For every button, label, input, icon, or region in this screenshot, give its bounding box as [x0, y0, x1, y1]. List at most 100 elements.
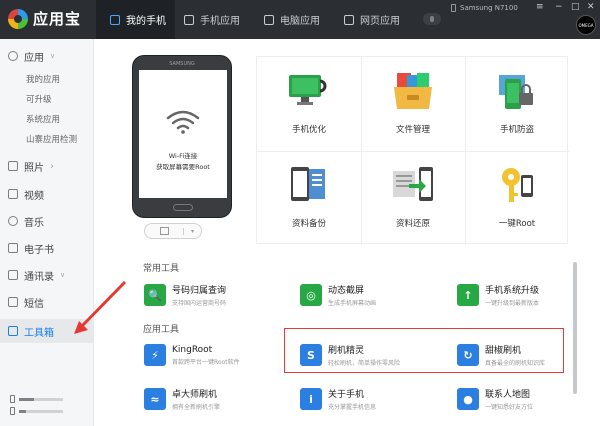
tab-web-apps[interactable]: 网页应用 — [336, 0, 416, 39]
app-logo: 应用宝 — [8, 8, 81, 29]
phone-brand: SAMSUNG — [169, 61, 195, 67]
web-icon — [344, 14, 354, 25]
menu-icon[interactable]: ≡ — [536, 2, 544, 12]
card-label: 手机优化 — [291, 125, 326, 135]
video-icon — [8, 189, 18, 199]
phone-apps-icon — [184, 14, 194, 25]
minimize-icon[interactable]: − — [555, 2, 563, 12]
card-restore[interactable]: 资料还原 — [361, 151, 465, 245]
storage-sd — [10, 407, 63, 415]
tool-contact-map[interactable]: ● 联系人地图 一键知悉好友方位 — [457, 384, 533, 414]
phone-screen: Wi-Fi连接 获取屏幕需要Root — [139, 70, 227, 198]
card-backup[interactable]: 资料备份 — [257, 151, 361, 245]
tool-dynamic-screenshot[interactable]: ◎ 动态截屏 生成手机屏幕动画 — [300, 280, 376, 310]
book-icon — [8, 243, 18, 253]
tab-phone-apps[interactable]: 手机应用 — [176, 0, 256, 39]
phone-preview: SAMSUNG Wi-Fi连接 获取屏幕需要Root — [132, 55, 232, 218]
mic-icon[interactable] — [423, 13, 441, 25]
sidebar-item-label: 通讯录 — [24, 271, 54, 283]
tool-name: KingRoot — [172, 344, 213, 355]
sidebar-item-music[interactable]: 音乐 — [0, 209, 94, 233]
phone-icon — [110, 14, 120, 25]
sidebar-item-toolbox[interactable]: 工具箱 — [0, 319, 94, 343]
tool-name: 号码归属查询 — [172, 286, 227, 296]
storage-bar-fill — [19, 397, 35, 401]
chevron-down-icon: ∨ — [60, 271, 66, 279]
storage-phone — [10, 395, 63, 403]
system-upgrade-icon: ↑ — [457, 284, 479, 306]
chevron-right-icon: › — [50, 160, 54, 172]
sidebar-item-label: 应用 — [24, 52, 44, 64]
screenshot-capture-button[interactable] — [145, 227, 183, 235]
card-phone-optimize[interactable]: 手机优化 — [257, 57, 361, 151]
tool-system-upgrade[interactable]: ↑ 手机系统升级 一键升级到最新版本 — [457, 280, 539, 310]
storage-bar-fill — [19, 409, 26, 413]
tool-desc: 一键升级到最新版本 — [485, 300, 540, 307]
card-label: 手机防盗 — [499, 125, 534, 135]
card-label: 文件管理 — [395, 125, 430, 135]
sidebar-item-sms[interactable]: 短信 — [0, 290, 94, 314]
device-info[interactable]: Samsung N7100 — [451, 4, 518, 12]
about-phone-icon: i — [300, 388, 322, 410]
device-badge: OMEGA — [576, 15, 596, 35]
highlight-box — [284, 328, 564, 373]
tab-label: 手机应用 — [200, 16, 240, 27]
chevron-down-icon[interactable]: ▾ — [183, 227, 201, 235]
title-bar: 应用宝 我的手机 手机应用 电脑应用 网页应用 Samsung N7100 ≡ … — [0, 0, 600, 39]
storage-bar — [19, 397, 63, 401]
file-manager-icon — [394, 73, 432, 109]
card-one-click-root[interactable]: 一键Root — [465, 151, 569, 245]
sidebar-sub-system-apps[interactable]: 系统应用 — [26, 113, 60, 125]
sidebar-item-contacts[interactable]: 通讯录 ∨ — [0, 263, 94, 287]
device-name: Samsung N7100 — [460, 4, 518, 12]
tool-kingroot[interactable]: ⚡ KingRoot 首款跨平台一键Root软件 — [144, 340, 240, 370]
tab-pc-apps[interactable]: 电脑应用 — [256, 0, 336, 39]
sidebar-item-label: 视频 — [24, 190, 44, 202]
wifi-icon — [166, 110, 200, 134]
tool-desc: 生成手机屏幕动画 — [328, 300, 377, 307]
backup-icon — [291, 167, 325, 201]
sidebar-item-ebook[interactable]: 电子书 — [0, 236, 94, 260]
tool-about-phone[interactable]: i 关于手机 充分掌握手机信息 — [300, 384, 376, 414]
contact-map-icon: ● — [457, 388, 479, 410]
toolbox-icon — [8, 326, 18, 336]
sidebar-sub-my-apps[interactable]: 我的应用 — [26, 73, 60, 85]
anti-theft-icon — [499, 75, 533, 109]
tool-desc: 支持国内运营商号码 — [172, 300, 227, 307]
photo-icon — [8, 161, 18, 171]
wifi-connect-text: Wi-Fi连接 — [168, 152, 198, 160]
monitor-icon — [264, 14, 274, 25]
tool-name: 动态截屏 — [328, 286, 365, 296]
number-lookup-icon: 🔍 — [144, 284, 166, 306]
contacts-icon — [8, 270, 18, 280]
scrollbar[interactable] — [573, 262, 577, 394]
sidebar-item-photos[interactable]: 照片 › — [0, 154, 94, 178]
sidebar-item-label: 音乐 — [24, 217, 44, 229]
sidebar-item-apps[interactable]: 应用 ∨ — [0, 44, 94, 68]
card-label: 资料还原 — [395, 219, 430, 229]
phone-optimize-icon — [289, 75, 327, 105]
sidebar-sub-fake-app-check[interactable]: 山寨应用检测 — [26, 133, 77, 145]
tool-desc: 充分掌握手机信息 — [328, 404, 377, 411]
sidebar-sub-upgradable[interactable]: 可升级 — [26, 93, 52, 105]
app-name: 应用宝 — [33, 10, 82, 28]
tool-number-lookup[interactable]: 🔍 号码归属查询 支持国内运营商号码 — [144, 280, 226, 310]
tool-zhuodashi[interactable]: ≈ 卓大师刷机 拥有全新刷机引擎 — [144, 384, 220, 414]
sidebar-item-video[interactable]: 视频 — [0, 182, 94, 206]
section-app-tools: 应用工具 — [143, 325, 180, 335]
sms-icon — [8, 297, 18, 307]
maximize-icon[interactable]: □ — [571, 2, 580, 12]
close-icon[interactable]: ✕ — [587, 2, 595, 12]
feature-grid: 手机优化 文件管理 手机防盗 资料备份 资料还原 一键Root — [256, 56, 569, 245]
sidebar-item-label: 工具箱 — [24, 327, 54, 339]
tool-desc: 首款跨平台一键Root软件 — [172, 358, 240, 366]
card-file-manager[interactable]: 文件管理 — [361, 57, 465, 151]
apps-icon — [8, 51, 18, 61]
tab-label: 网页应用 — [360, 16, 400, 27]
screenshot-button[interactable]: ▾ — [144, 223, 202, 239]
crop-icon — [159, 227, 169, 235]
tab-label: 电脑应用 — [280, 16, 320, 27]
card-anti-theft[interactable]: 手机防盗 — [465, 57, 569, 151]
tab-my-phone[interactable]: 我的手机 — [96, 0, 175, 39]
card-label: 一键Root — [498, 219, 536, 229]
